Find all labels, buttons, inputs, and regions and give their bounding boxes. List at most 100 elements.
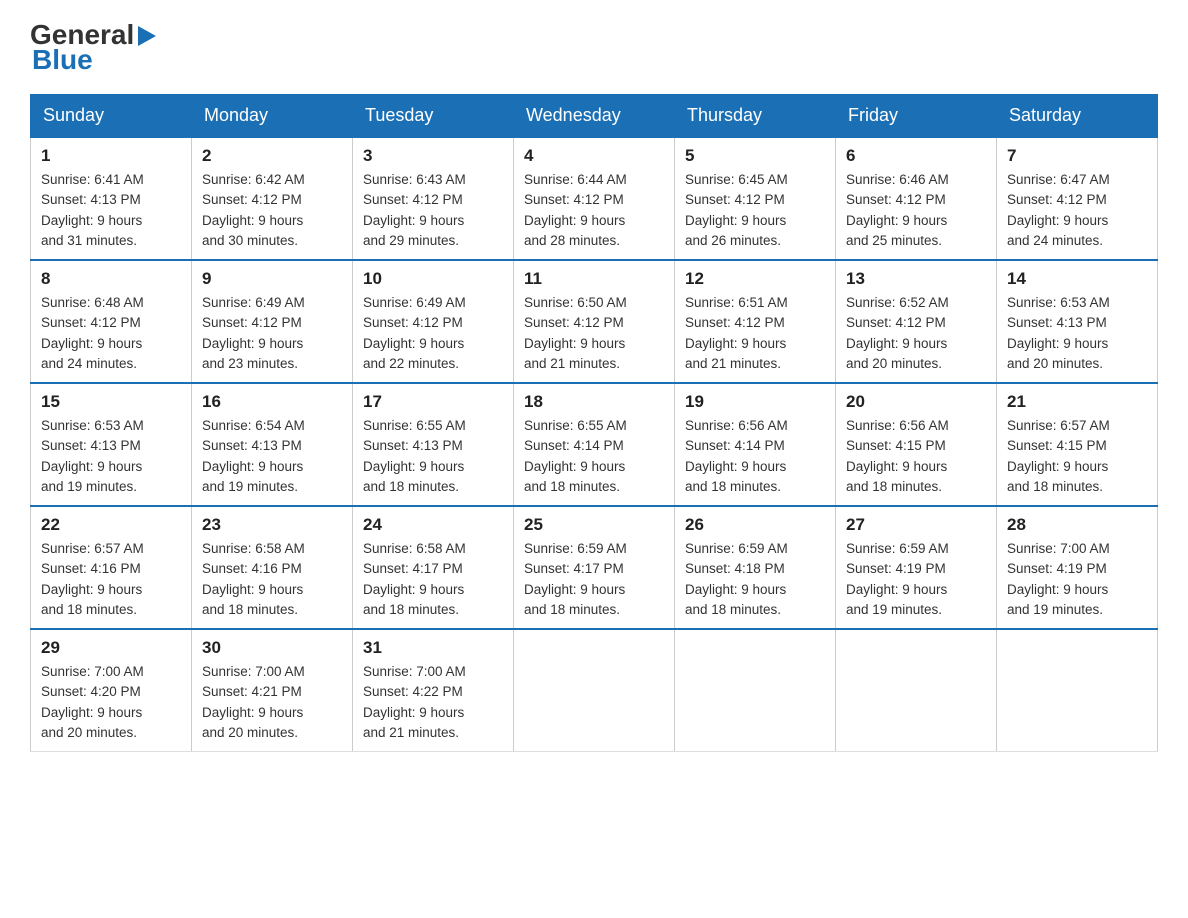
day-info: Sunrise: 6:53 AM Sunset: 4:13 PM Dayligh… bbox=[41, 416, 181, 497]
calendar-cell: 2 Sunrise: 6:42 AM Sunset: 4:12 PM Dayli… bbox=[192, 137, 353, 260]
calendar-cell: 31 Sunrise: 7:00 AM Sunset: 4:22 PM Dayl… bbox=[353, 629, 514, 752]
calendar-cell: 19 Sunrise: 6:56 AM Sunset: 4:14 PM Dayl… bbox=[675, 383, 836, 506]
day-number: 6 bbox=[846, 146, 986, 166]
day-info: Sunrise: 7:00 AM Sunset: 4:22 PM Dayligh… bbox=[363, 662, 503, 743]
day-of-week-header-tuesday: Tuesday bbox=[353, 95, 514, 138]
calendar-cell: 12 Sunrise: 6:51 AM Sunset: 4:12 PM Dayl… bbox=[675, 260, 836, 383]
day-number: 17 bbox=[363, 392, 503, 412]
page-header: General Blue bbox=[30, 20, 1158, 74]
day-info: Sunrise: 6:51 AM Sunset: 4:12 PM Dayligh… bbox=[685, 293, 825, 374]
calendar-cell bbox=[836, 629, 997, 752]
day-info: Sunrise: 6:47 AM Sunset: 4:12 PM Dayligh… bbox=[1007, 170, 1147, 251]
calendar-cell: 15 Sunrise: 6:53 AM Sunset: 4:13 PM Dayl… bbox=[31, 383, 192, 506]
day-number: 29 bbox=[41, 638, 181, 658]
calendar-cell: 18 Sunrise: 6:55 AM Sunset: 4:14 PM Dayl… bbox=[514, 383, 675, 506]
calendar-cell: 8 Sunrise: 6:48 AM Sunset: 4:12 PM Dayli… bbox=[31, 260, 192, 383]
day-info: Sunrise: 6:42 AM Sunset: 4:12 PM Dayligh… bbox=[202, 170, 342, 251]
day-info: Sunrise: 6:55 AM Sunset: 4:13 PM Dayligh… bbox=[363, 416, 503, 497]
calendar-cell: 11 Sunrise: 6:50 AM Sunset: 4:12 PM Dayl… bbox=[514, 260, 675, 383]
calendar-cell: 25 Sunrise: 6:59 AM Sunset: 4:17 PM Dayl… bbox=[514, 506, 675, 629]
day-number: 20 bbox=[846, 392, 986, 412]
day-info: Sunrise: 6:59 AM Sunset: 4:19 PM Dayligh… bbox=[846, 539, 986, 620]
day-number: 3 bbox=[363, 146, 503, 166]
day-number: 14 bbox=[1007, 269, 1147, 289]
day-number: 27 bbox=[846, 515, 986, 535]
day-info: Sunrise: 6:58 AM Sunset: 4:17 PM Dayligh… bbox=[363, 539, 503, 620]
calendar-cell: 5 Sunrise: 6:45 AM Sunset: 4:12 PM Dayli… bbox=[675, 137, 836, 260]
day-info: Sunrise: 6:53 AM Sunset: 4:13 PM Dayligh… bbox=[1007, 293, 1147, 374]
day-number: 22 bbox=[41, 515, 181, 535]
day-info: Sunrise: 6:54 AM Sunset: 4:13 PM Dayligh… bbox=[202, 416, 342, 497]
day-number: 31 bbox=[363, 638, 503, 658]
day-info: Sunrise: 6:55 AM Sunset: 4:14 PM Dayligh… bbox=[524, 416, 664, 497]
day-info: Sunrise: 6:50 AM Sunset: 4:12 PM Dayligh… bbox=[524, 293, 664, 374]
day-info: Sunrise: 6:52 AM Sunset: 4:12 PM Dayligh… bbox=[846, 293, 986, 374]
calendar-cell: 4 Sunrise: 6:44 AM Sunset: 4:12 PM Dayli… bbox=[514, 137, 675, 260]
calendar-cell: 7 Sunrise: 6:47 AM Sunset: 4:12 PM Dayli… bbox=[997, 137, 1158, 260]
day-info: Sunrise: 6:58 AM Sunset: 4:16 PM Dayligh… bbox=[202, 539, 342, 620]
calendar-header-row: SundayMondayTuesdayWednesdayThursdayFrid… bbox=[31, 95, 1158, 138]
day-number: 9 bbox=[202, 269, 342, 289]
day-of-week-header-saturday: Saturday bbox=[997, 95, 1158, 138]
calendar-cell: 17 Sunrise: 6:55 AM Sunset: 4:13 PM Dayl… bbox=[353, 383, 514, 506]
day-number: 7 bbox=[1007, 146, 1147, 166]
day-number: 8 bbox=[41, 269, 181, 289]
day-number: 25 bbox=[524, 515, 664, 535]
day-info: Sunrise: 6:57 AM Sunset: 4:15 PM Dayligh… bbox=[1007, 416, 1147, 497]
calendar-week-row: 15 Sunrise: 6:53 AM Sunset: 4:13 PM Dayl… bbox=[31, 383, 1158, 506]
calendar-cell bbox=[675, 629, 836, 752]
day-info: Sunrise: 6:56 AM Sunset: 4:14 PM Dayligh… bbox=[685, 416, 825, 497]
day-info: Sunrise: 6:43 AM Sunset: 4:12 PM Dayligh… bbox=[363, 170, 503, 251]
day-number: 11 bbox=[524, 269, 664, 289]
calendar-cell: 27 Sunrise: 6:59 AM Sunset: 4:19 PM Dayl… bbox=[836, 506, 997, 629]
day-of-week-header-thursday: Thursday bbox=[675, 95, 836, 138]
day-of-week-header-monday: Monday bbox=[192, 95, 353, 138]
calendar-cell: 23 Sunrise: 6:58 AM Sunset: 4:16 PM Dayl… bbox=[192, 506, 353, 629]
calendar-table: SundayMondayTuesdayWednesdayThursdayFrid… bbox=[30, 94, 1158, 752]
calendar-cell: 13 Sunrise: 6:52 AM Sunset: 4:12 PM Dayl… bbox=[836, 260, 997, 383]
calendar-cell: 3 Sunrise: 6:43 AM Sunset: 4:12 PM Dayli… bbox=[353, 137, 514, 260]
day-number: 26 bbox=[685, 515, 825, 535]
day-number: 2 bbox=[202, 146, 342, 166]
day-info: Sunrise: 6:57 AM Sunset: 4:16 PM Dayligh… bbox=[41, 539, 181, 620]
day-number: 13 bbox=[846, 269, 986, 289]
calendar-cell: 30 Sunrise: 7:00 AM Sunset: 4:21 PM Dayl… bbox=[192, 629, 353, 752]
calendar-cell: 26 Sunrise: 6:59 AM Sunset: 4:18 PM Dayl… bbox=[675, 506, 836, 629]
day-number: 21 bbox=[1007, 392, 1147, 412]
logo-blue-text: Blue bbox=[32, 46, 156, 74]
calendar-cell: 22 Sunrise: 6:57 AM Sunset: 4:16 PM Dayl… bbox=[31, 506, 192, 629]
calendar-week-row: 8 Sunrise: 6:48 AM Sunset: 4:12 PM Dayli… bbox=[31, 260, 1158, 383]
day-number: 15 bbox=[41, 392, 181, 412]
day-info: Sunrise: 6:48 AM Sunset: 4:12 PM Dayligh… bbox=[41, 293, 181, 374]
day-number: 19 bbox=[685, 392, 825, 412]
day-number: 1 bbox=[41, 146, 181, 166]
calendar-cell: 29 Sunrise: 7:00 AM Sunset: 4:20 PM Dayl… bbox=[31, 629, 192, 752]
calendar-cell: 21 Sunrise: 6:57 AM Sunset: 4:15 PM Dayl… bbox=[997, 383, 1158, 506]
logo: General Blue bbox=[30, 20, 156, 74]
day-number: 28 bbox=[1007, 515, 1147, 535]
day-info: Sunrise: 6:59 AM Sunset: 4:18 PM Dayligh… bbox=[685, 539, 825, 620]
calendar-cell: 1 Sunrise: 6:41 AM Sunset: 4:13 PM Dayli… bbox=[31, 137, 192, 260]
calendar-week-row: 1 Sunrise: 6:41 AM Sunset: 4:13 PM Dayli… bbox=[31, 137, 1158, 260]
day-info: Sunrise: 6:44 AM Sunset: 4:12 PM Dayligh… bbox=[524, 170, 664, 251]
day-number: 10 bbox=[363, 269, 503, 289]
day-info: Sunrise: 7:00 AM Sunset: 4:21 PM Dayligh… bbox=[202, 662, 342, 743]
day-info: Sunrise: 6:45 AM Sunset: 4:12 PM Dayligh… bbox=[685, 170, 825, 251]
calendar-cell: 6 Sunrise: 6:46 AM Sunset: 4:12 PM Dayli… bbox=[836, 137, 997, 260]
day-number: 16 bbox=[202, 392, 342, 412]
calendar-cell: 14 Sunrise: 6:53 AM Sunset: 4:13 PM Dayl… bbox=[997, 260, 1158, 383]
day-info: Sunrise: 6:46 AM Sunset: 4:12 PM Dayligh… bbox=[846, 170, 986, 251]
day-info: Sunrise: 6:49 AM Sunset: 4:12 PM Dayligh… bbox=[202, 293, 342, 374]
calendar-week-row: 22 Sunrise: 6:57 AM Sunset: 4:16 PM Dayl… bbox=[31, 506, 1158, 629]
calendar-cell bbox=[514, 629, 675, 752]
calendar-cell: 20 Sunrise: 6:56 AM Sunset: 4:15 PM Dayl… bbox=[836, 383, 997, 506]
calendar-cell: 16 Sunrise: 6:54 AM Sunset: 4:13 PM Dayl… bbox=[192, 383, 353, 506]
day-info: Sunrise: 6:56 AM Sunset: 4:15 PM Dayligh… bbox=[846, 416, 986, 497]
calendar-cell: 10 Sunrise: 6:49 AM Sunset: 4:12 PM Dayl… bbox=[353, 260, 514, 383]
day-number: 30 bbox=[202, 638, 342, 658]
day-number: 24 bbox=[363, 515, 503, 535]
day-of-week-header-friday: Friday bbox=[836, 95, 997, 138]
day-of-week-header-sunday: Sunday bbox=[31, 95, 192, 138]
day-of-week-header-wednesday: Wednesday bbox=[514, 95, 675, 138]
day-number: 23 bbox=[202, 515, 342, 535]
